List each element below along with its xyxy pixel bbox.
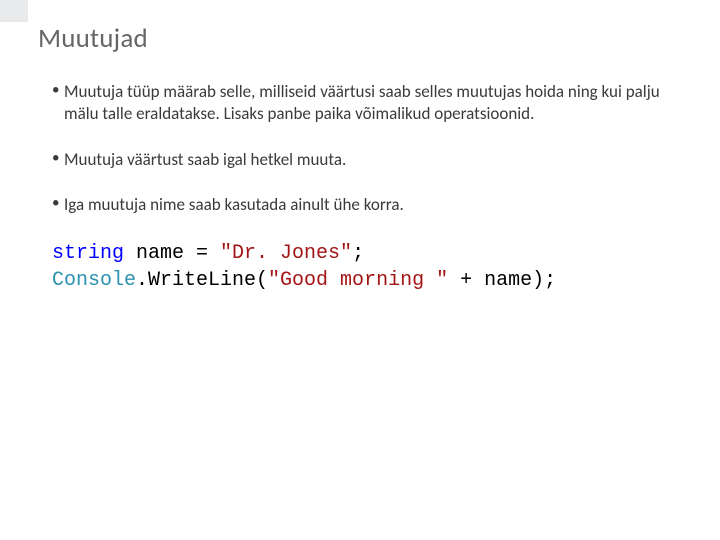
bullet-item: Iga muutuja nime saab kasutada ainult üh… — [52, 194, 682, 216]
code-text: .WriteLine( — [136, 269, 268, 292]
slide-title: Muutujad — [38, 22, 682, 55]
bullet-item: Muutuja väärtust saab igal hetkel muuta. — [52, 149, 682, 171]
code-punct: ; — [352, 242, 364, 265]
accent-bar — [0, 0, 28, 22]
code-text: name = — [124, 242, 220, 265]
code-string: "Dr. Jones" — [220, 242, 352, 265]
code-example: string name = "Dr. Jones"; Console.Write… — [38, 240, 682, 294]
bullet-item: Muutuja tüüp määrab selle, milliseid vää… — [52, 81, 682, 125]
code-text: + name); — [448, 269, 556, 292]
slide-content: Muutujad Muutuja tüüp määrab selle, mill… — [0, 0, 720, 294]
code-keyword: string — [52, 242, 124, 265]
code-class: Console — [52, 269, 136, 292]
code-string: "Good morning " — [268, 269, 448, 292]
bullet-list: Muutuja tüüp määrab selle, milliseid vää… — [38, 81, 682, 216]
